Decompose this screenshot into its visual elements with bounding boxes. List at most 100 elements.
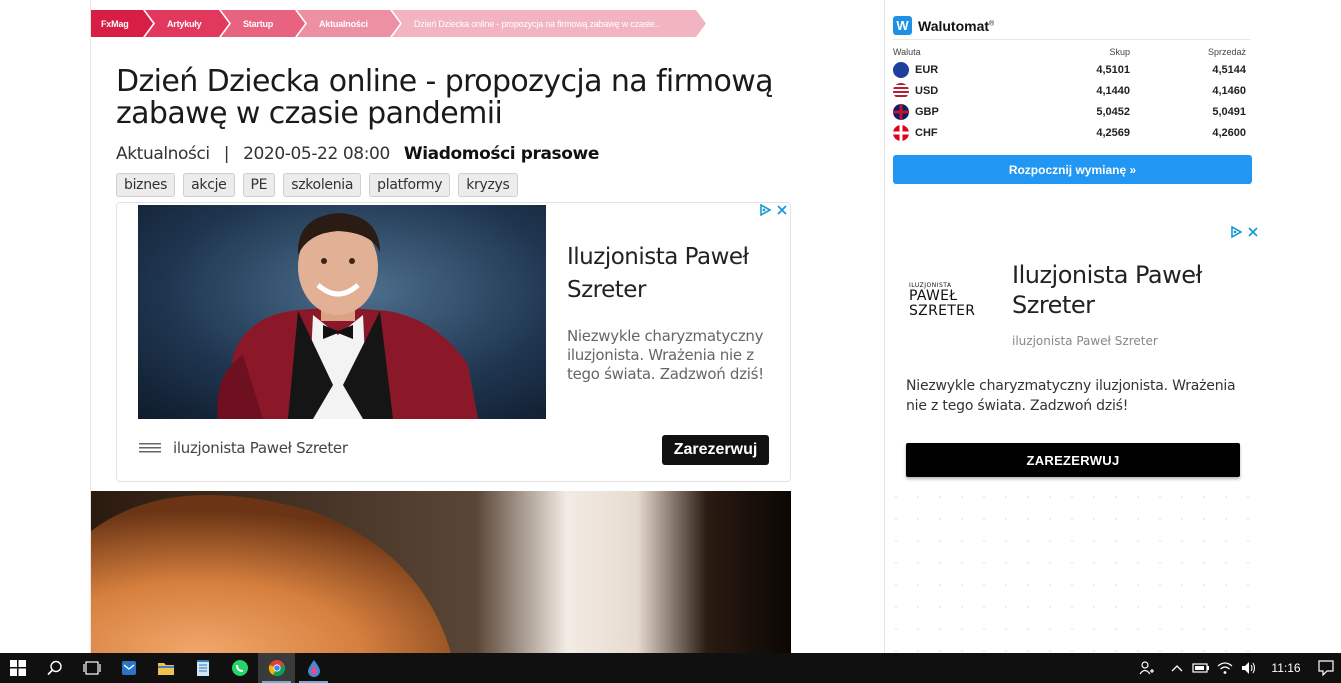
article-category-link[interactable]: Aktualności xyxy=(116,144,210,164)
chevron-up-icon xyxy=(1171,665,1183,672)
currency-row-gbp: GBP 5,0452 5,0491 xyxy=(893,101,1251,122)
taskbar-notepad[interactable] xyxy=(184,653,221,683)
adchoices-icon[interactable] xyxy=(759,204,771,216)
buy-rate: 4,1440 xyxy=(1096,84,1130,97)
taskbar-chrome[interactable] xyxy=(258,653,295,683)
walutomat-reg-mark: ® xyxy=(989,19,995,27)
search-icon xyxy=(46,660,62,676)
ad-sidebar-advertiser[interactable]: iluzjonista Paweł Szreter xyxy=(1012,334,1158,348)
sell-rate: 4,1460 xyxy=(1212,84,1246,97)
folder-icon xyxy=(157,663,174,675)
currency-code: GBP xyxy=(915,105,939,118)
tag-biznes[interactable]: biznes xyxy=(116,173,176,197)
battery-icon xyxy=(1192,663,1209,673)
eu-flag-icon xyxy=(893,61,909,78)
logo-line1: PAWEŁ xyxy=(909,288,958,304)
breadcrumb-item-startup[interactable]: Startup xyxy=(221,10,305,37)
clock[interactable]: 11:16 xyxy=(1261,661,1311,675)
buy-rate: 5,0452 xyxy=(1096,105,1130,118)
taskbar-outlook[interactable] xyxy=(110,653,147,683)
gb-flag-icon xyxy=(893,103,909,120)
mail-app-icon xyxy=(121,661,136,675)
article-meta: Aktualności | 2020-05-22 08:00 Wiadomośc… xyxy=(116,144,599,164)
search-button[interactable] xyxy=(36,653,73,683)
tag-pe[interactable]: PE xyxy=(242,173,276,197)
adchoices[interactable] xyxy=(759,204,787,216)
tag-akcje[interactable]: akcje xyxy=(183,173,235,197)
ad-brand-logo-icon xyxy=(139,443,161,453)
walutomat-title[interactable]: Walutomat® xyxy=(918,18,994,34)
people-button[interactable] xyxy=(1135,660,1159,676)
us-flag-icon xyxy=(893,82,909,99)
task-view-icon xyxy=(82,661,101,675)
ad-headline[interactable]: Iluzjonista Paweł Szreter xyxy=(567,241,777,307)
chrome-icon xyxy=(268,660,285,677)
notification-icon xyxy=(1318,660,1334,676)
taskbar-app-drop[interactable] xyxy=(295,653,332,683)
breadcrumb: FxMag Artykuły Startup Aktualności Dzień… xyxy=(91,10,698,37)
adchoices-icon[interactable] xyxy=(1230,226,1242,238)
ch-flag-icon xyxy=(893,124,909,141)
adchoices-sidebar[interactable] xyxy=(1230,226,1258,238)
ad-reserve-button[interactable]: Zarezerwuj xyxy=(662,435,769,465)
ad-sidebar-headline[interactable]: Iluzjonista Paweł Szreter xyxy=(1012,260,1242,320)
currency-table: Waluta Skup Sprzedaż EUR 4,5101 4,5144 U… xyxy=(893,45,1251,143)
close-ad-icon[interactable] xyxy=(777,205,787,215)
taskbar-whatsapp[interactable] xyxy=(221,653,258,683)
currency-row-eur: EUR 4,5101 4,5144 xyxy=(893,59,1251,80)
currency-row-usd: USD 4,1440 4,1460 xyxy=(893,80,1251,101)
logo-line2: SZRETER xyxy=(909,303,976,319)
walutomat-header: W Walutomat® xyxy=(893,12,1251,40)
windows-logo-icon xyxy=(10,660,26,676)
task-view-button[interactable] xyxy=(73,653,110,683)
buy-rate: 4,5101 xyxy=(1096,63,1130,76)
ad-banner-sidebar[interactable]: ILUZJONISTA PAWEŁ SZRETER Iluzjonista Pa… xyxy=(885,222,1261,653)
breadcrumb-item-current[interactable]: Dzień Dziecka online - propozycja na fir… xyxy=(392,10,706,37)
currency-code: EUR xyxy=(915,63,939,76)
currency-table-header: Waluta Skup Sprzedaż xyxy=(893,45,1251,59)
show-hidden-icons-button[interactable] xyxy=(1165,664,1189,672)
people-icon xyxy=(1139,661,1154,675)
notifications-button[interactable] xyxy=(1311,660,1341,676)
buy-rate: 4,2569 xyxy=(1096,126,1130,139)
sell-rate: 5,0491 xyxy=(1212,105,1246,118)
tag-list: biznes akcje PE szkolenia platformy kryz… xyxy=(116,173,518,197)
whatsapp-icon xyxy=(231,660,248,676)
volume-icon xyxy=(1242,662,1256,674)
ad-sidebar-description: Niezwykle charyzmatyczny iluzjonista. Wr… xyxy=(906,378,1236,414)
battery-button[interactable] xyxy=(1189,662,1213,674)
walutomat-logo-icon[interactable]: W xyxy=(893,16,912,35)
notepad-icon xyxy=(196,660,209,676)
walutomat-widget: W Walutomat® Waluta Skup Sprzedaż EUR 4,… xyxy=(893,12,1252,184)
taskbar-file-explorer[interactable] xyxy=(147,653,184,683)
close-ad-icon[interactable] xyxy=(1248,227,1258,237)
breadcrumb-item-fxmag[interactable]: FxMag xyxy=(91,10,153,37)
ad-sidebar-logo[interactable]: ILUZJONISTA PAWEŁ SZRETER xyxy=(909,282,989,319)
left-gutter xyxy=(0,0,90,653)
drop-app-icon xyxy=(307,660,320,677)
wifi-button[interactable] xyxy=(1213,661,1237,675)
breadcrumb-item-aktualnosci[interactable]: Aktualności xyxy=(297,10,400,37)
ad-brand-name[interactable]: iluzjonista Paweł Szreter xyxy=(173,439,348,457)
ad-sidebar-reserve-button[interactable]: ZAREZERWUJ xyxy=(906,443,1240,477)
tag-platformy[interactable]: platformy xyxy=(369,173,451,197)
tag-kryzys[interactable]: kryzys xyxy=(458,173,518,197)
col-currency: Waluta xyxy=(893,47,921,57)
start-exchange-button[interactable]: Rozpocznij wymianę » xyxy=(893,155,1252,184)
article-source: Wiadomości prasowe xyxy=(403,144,599,164)
tag-szkolenia[interactable]: szkolenia xyxy=(283,173,362,197)
wifi-icon xyxy=(1217,662,1233,674)
ad-brand[interactable]: iluzjonista Paweł Szreter xyxy=(139,439,348,457)
article-title: Dzień Dziecka online - propozycja na fir… xyxy=(116,66,776,130)
sell-rate: 4,2600 xyxy=(1212,126,1246,139)
currency-code: CHF xyxy=(915,126,938,139)
currency-code: USD xyxy=(915,84,939,97)
article-title-line1: Dzień Dziecka online - propozycja na fir… xyxy=(116,64,774,99)
col-buy: Skup xyxy=(1109,47,1130,57)
breadcrumb-item-artykuly[interactable]: Artykuły xyxy=(145,10,229,37)
volume-button[interactable] xyxy=(1237,661,1261,675)
ad-description: Niezwykle charyzmatyczny iluzjonista. Wr… xyxy=(567,327,764,383)
start-button[interactable] xyxy=(0,653,36,683)
ad-banner-main[interactable]: Iluzjonista Paweł Szreter Niezwykle char… xyxy=(116,202,791,482)
ad-photo-magician[interactable] xyxy=(138,205,546,419)
